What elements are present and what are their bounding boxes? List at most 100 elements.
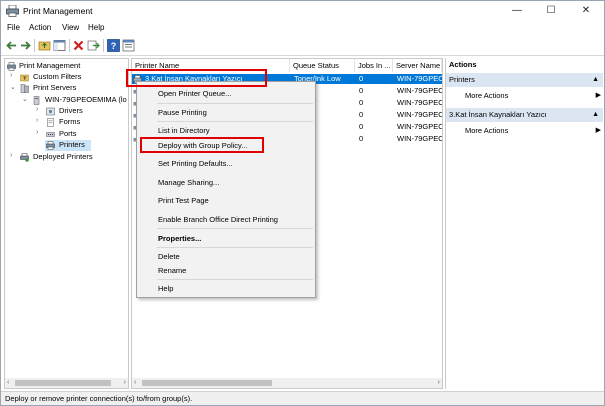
printer-app-icon [6, 5, 19, 17]
tree-item-ports[interactable]: › Ports [7, 129, 127, 140]
section-label: 3.Kat İnsan Kaynakları Yazıcı [449, 110, 547, 119]
show-hide-tree-icon[interactable] [53, 39, 66, 52]
expand-chevron-icon[interactable]: › [36, 129, 44, 136]
tree-label: Deployed Printers [33, 152, 93, 161]
server-name-cell: WIN-79GPEO [397, 74, 442, 83]
menu-separator [157, 103, 313, 104]
actions-section-printers[interactable]: Printers ▲ [446, 73, 603, 87]
action-more-actions-printer[interactable]: More Actions ▶ [465, 126, 601, 135]
export-icon[interactable] [87, 39, 100, 52]
list-horizontal-scrollbar[interactable]: ‹ › [132, 378, 442, 388]
printer-icon [46, 141, 55, 150]
navigation-tree: Print Management › Custom Filters ⌄ Prin… [4, 58, 129, 389]
properties-icon[interactable] [122, 39, 135, 52]
expand-chevron-icon[interactable]: › [10, 72, 18, 79]
toolbar: ? [1, 36, 604, 56]
actions-section-selected-printer[interactable]: 3.Kat İnsan Kaynakları Yazıcı ▲ [446, 108, 603, 122]
deployed-printers-icon [20, 153, 29, 162]
menu-item-manage-sharing[interactable]: Manage Sharing... [158, 178, 219, 187]
tree-label: Print Management [19, 61, 81, 70]
expand-chevron-icon[interactable]: › [10, 152, 18, 159]
scroll-right-arrow-icon[interactable]: › [124, 378, 126, 388]
column-header-queue-status[interactable]: Queue Status [290, 59, 355, 72]
menu-bar: File Action View Help [1, 22, 604, 35]
toolbar-separator [69, 39, 70, 52]
toolbar-separator [34, 39, 35, 52]
servers-icon [20, 84, 29, 93]
expand-chevron-icon[interactable]: › [36, 117, 44, 124]
section-label: Printers [449, 75, 475, 84]
scroll-left-arrow-icon[interactable]: ‹ [7, 378, 9, 388]
help-icon[interactable]: ? [107, 39, 120, 52]
menu-item-delete[interactable]: Delete [158, 252, 180, 261]
jobs-cell: 0 [359, 86, 364, 95]
folder-up-icon[interactable] [38, 39, 51, 52]
collapse-chevron-icon[interactable]: ⌄ [10, 83, 18, 91]
action-label: More Actions [465, 91, 509, 100]
tree-item-deployed-printers[interactable]: › Deployed Printers [7, 152, 127, 163]
tree-item-print-management[interactable]: Print Management [7, 61, 127, 72]
menu-item-set-printing-defaults[interactable]: Set Printing Defaults... [158, 159, 233, 168]
menu-separator [157, 247, 313, 248]
window-title: Print Management [23, 6, 93, 16]
tree-item-forms[interactable]: › Forms [7, 117, 127, 128]
scrollbar-thumb[interactable] [142, 380, 272, 386]
column-header-jobs[interactable]: Jobs In ... [355, 59, 393, 72]
menu-item-properties[interactable]: Properties... [158, 234, 201, 243]
filter-folder-icon [20, 74, 29, 82]
scroll-right-arrow-icon[interactable]: › [438, 378, 440, 388]
expand-chevron-icon[interactable]: › [36, 106, 44, 113]
menu-item-open-printer-queue[interactable]: Open Printer Queue... [158, 89, 231, 98]
status-bar: Deploy or remove printer connection(s) t… [1, 391, 604, 405]
tree-item-printers[interactable]: Printers [45, 140, 91, 151]
tree-item-custom-filters[interactable]: › Custom Filters [7, 72, 127, 83]
action-label: More Actions [465, 126, 509, 135]
menu-item-branch-office-direct-printing[interactable]: Enable Branch Office Direct Printing [158, 215, 278, 224]
tree-label: Forms [59, 117, 81, 126]
menu-separator [157, 121, 313, 122]
tree-label: Printers [59, 140, 85, 149]
jobs-cell: 0 [359, 74, 364, 83]
print-management-window: Print Management — ☐ ✕ File Action View … [0, 0, 605, 406]
menu-item-print-test-page[interactable]: Print Test Page [158, 196, 209, 205]
menu-file[interactable]: File [7, 23, 20, 32]
forward-arrow-icon[interactable] [19, 39, 32, 52]
column-header-server-name[interactable]: Server Name [393, 59, 442, 72]
minimize-button[interactable]: — [500, 1, 534, 21]
menu-item-rename[interactable]: Rename [158, 266, 186, 275]
menu-separator [157, 279, 313, 280]
tree-label: Ports [59, 129, 77, 138]
menu-item-help[interactable]: Help [158, 284, 173, 293]
jobs-cell: 0 [359, 134, 364, 143]
menu-item-pause-printing[interactable]: Pause Printing [158, 108, 207, 117]
tree-horizontal-scrollbar[interactable]: ‹ › [5, 378, 128, 388]
svg-text:?: ? [111, 41, 117, 51]
server-name-cell: WIN-79GPEO [397, 134, 442, 143]
server-name-cell: WIN-79GPEO [397, 122, 442, 131]
back-arrow-icon[interactable] [5, 39, 18, 52]
action-more-actions-printers[interactable]: More Actions ▶ [465, 91, 601, 100]
close-button[interactable]: ✕ [569, 1, 603, 21]
actions-header: Actions [449, 60, 477, 69]
maximize-button[interactable]: ☐ [534, 1, 568, 21]
tree-item-print-servers[interactable]: ⌄ Print Servers [7, 83, 127, 94]
highlight-box-deploy-group-policy [140, 137, 264, 153]
delete-icon[interactable] [72, 39, 85, 52]
server-icon [33, 96, 40, 105]
tree-item-server[interactable]: ⌄ WIN-79GPEOEMIMA (lo [7, 95, 128, 106]
scrollbar-thumb[interactable] [15, 380, 111, 386]
server-name-cell: WIN-79GPEO [397, 110, 442, 119]
tree-item-drivers[interactable]: › Drivers [7, 106, 127, 117]
menu-item-list-in-directory[interactable]: List in Directory [158, 126, 210, 135]
server-name-cell: WIN-79GPEO [397, 98, 442, 107]
menu-view[interactable]: View [62, 23, 79, 32]
scroll-left-arrow-icon[interactable]: ‹ [134, 378, 136, 388]
drivers-icon [46, 107, 55, 116]
menu-separator [157, 228, 313, 229]
collapse-up-icon[interactable]: ▲ [592, 108, 599, 122]
collapse-chevron-icon[interactable]: ⌄ [22, 95, 30, 103]
menu-help[interactable]: Help [88, 23, 104, 32]
menu-action[interactable]: Action [29, 23, 51, 32]
collapse-up-icon[interactable]: ▲ [592, 73, 599, 87]
context-menu: Open Printer Queue... Pause Printing Lis… [136, 81, 316, 298]
